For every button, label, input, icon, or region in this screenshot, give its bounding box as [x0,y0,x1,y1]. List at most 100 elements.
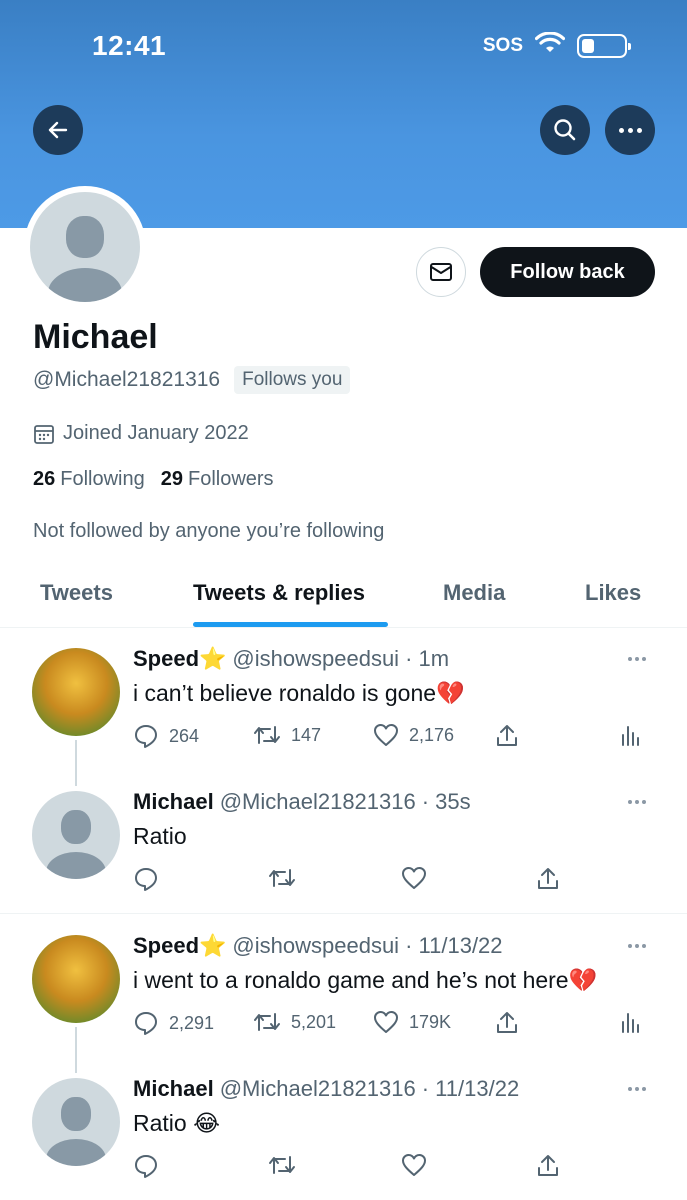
analytics-button[interactable] [620,1010,642,1034]
tweet-author-handle: @Michael21821316 [219,1076,416,1101]
battery-fill [582,38,594,53]
wifi-icon [534,31,566,59]
tab-tweets[interactable]: Tweets [40,580,113,606]
tab-media[interactable]: Media [443,580,505,606]
followers-label: Followers [187,468,274,490]
tweet-header: Michael @Michael21821316 · 11/13/22 [133,1076,519,1102]
followers-link[interactable]: 29 Followers [161,468,274,491]
tweet-avatar[interactable] [32,791,120,879]
share-icon [497,725,517,746]
profile-handle: @Michael21821316 [33,368,221,391]
profile-tabs: Tweets Tweets & replies Media Likes [0,560,687,628]
tweet-text: Ratio 😂 [133,1110,220,1136]
reply-button[interactable]: 264 [133,723,199,749]
tab-tweets-and-replies[interactable]: Tweets & replies [193,580,365,606]
more-button[interactable] [605,105,655,155]
retweet-button[interactable]: 147 [253,723,321,747]
tweet-author-name[interactable]: Speed⭐ [133,933,226,959]
follow-back-button[interactable]: Follow back [480,247,655,297]
tweet-actions [133,1153,653,1183]
mutual-followers-note: Not followed by anyone you’re following [33,520,385,542]
tweet-avatar[interactable] [32,935,120,1023]
thread-line [75,1027,77,1073]
tab-likes[interactable]: Likes [585,580,641,606]
tweet-actions [133,866,653,896]
joined-date: Joined January 2022 [33,422,249,445]
tweet-text: i can’t believe ronaldo is gone💔 [133,680,465,706]
tweet-author-name[interactable]: Michael [133,1076,214,1102]
battery-icon [577,33,631,58]
retweet-count: 5,201 [291,1011,337,1032]
tweet-author-name[interactable]: Michael [133,789,214,815]
reply-icon [135,1155,157,1178]
tweet-author-handle: @Michael21821316 [219,789,416,814]
tweet-more-icon[interactable] [628,944,646,948]
more-dots-icon [618,127,642,133]
reply-count: 264 [169,725,200,746]
retweet-icon [269,869,295,887]
like-button[interactable]: 179K [373,1010,451,1034]
tweet-time: · 1m [405,646,450,671]
tweet-actions: 264 147 2,176 [133,723,653,753]
tweet-text: Ratio [133,823,187,849]
share-icon [497,1012,517,1033]
tweet-time: · 11/13/22 [405,933,503,958]
like-button[interactable] [401,866,427,890]
tweet-avatar[interactable] [32,1078,120,1166]
following-link[interactable]: 26 Following [33,468,145,491]
search-icon [554,119,576,141]
tweet-time: · 11/13/22 [421,1076,520,1101]
tweet-header: Michael @Michael21821316 · 35s [133,789,471,815]
tweet-avatar[interactable] [32,648,120,736]
analytics-button[interactable] [620,723,642,747]
share-button[interactable] [495,723,519,749]
following-count: 26 [33,468,56,490]
tweet-author-handle: @ishowspeedsui [232,646,400,671]
like-count: 2,176 [409,724,455,745]
tweet-more-icon[interactable] [628,800,646,804]
tweet-divider [0,913,687,914]
thread-line [75,740,77,786]
tweet-header: Speed⭐ @ishowspeedsui · 1m [133,646,449,672]
retweet-button[interactable]: 5,201 [253,1010,336,1034]
reply-icon [135,1012,157,1035]
retweet-icon [254,1013,280,1031]
search-button[interactable] [540,105,590,155]
heart-icon [374,724,398,746]
tweet-actions: 2,291 5,201 179K [133,1010,653,1040]
tweet-text: i went to a ronaldo game and he’s not he… [133,967,598,993]
tweet-more-icon[interactable] [628,1087,646,1091]
active-tab-indicator [193,622,388,627]
tweet-time: · 35s [421,789,471,814]
like-count: 179K [409,1011,452,1032]
retweet-button[interactable] [268,1153,296,1177]
share-icon [538,1155,558,1176]
retweet-button[interactable] [268,866,296,890]
default-avatar-icon [30,192,140,302]
envelope-icon [430,263,452,281]
reply-icon [135,868,157,891]
tweet-header: Speed⭐ @ishowspeedsui · 11/13/22 [133,933,503,959]
share-button[interactable] [536,1153,560,1179]
status-time: 12:41 [92,30,167,61]
tweet-more-icon[interactable] [628,657,646,661]
retweet-icon [269,1156,295,1174]
analytics-icon [622,1013,639,1033]
reply-button[interactable]: 2,291 [133,1010,214,1036]
reply-count: 2,291 [169,1012,215,1033]
share-button[interactable] [536,866,560,892]
message-button[interactable] [416,247,466,297]
followers-count: 29 [160,468,183,490]
share-button[interactable] [495,1010,519,1036]
profile-avatar[interactable] [24,186,146,308]
heart-icon [402,867,426,889]
following-label: Following [60,468,145,490]
reply-button[interactable] [133,1153,159,1179]
heart-icon [374,1011,398,1033]
like-button[interactable] [401,1153,427,1177]
reply-button[interactable] [133,866,159,892]
tweet-author-name[interactable]: Speed⭐ [133,646,226,672]
like-button[interactable]: 2,176 [373,723,454,747]
heart-icon [402,1154,426,1176]
back-button[interactable] [33,105,83,155]
